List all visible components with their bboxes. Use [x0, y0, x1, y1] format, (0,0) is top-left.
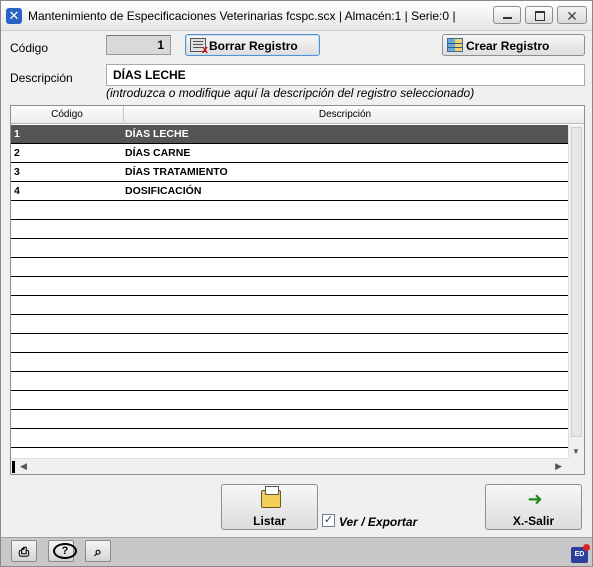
empty-row[interactable] [11, 315, 568, 334]
close-icon: ✕ [566, 8, 578, 24]
table-row[interactable]: 2 DÍAS CARNE [11, 144, 568, 163]
scroll-right-icon[interactable]: ▶ [555, 461, 562, 472]
empty-row[interactable] [11, 201, 568, 220]
help-button[interactable]: ? [48, 540, 77, 562]
ver-exportar-checkbox[interactable]: ✓ [322, 514, 335, 527]
borrar-registro-button[interactable]: Borrar Registro [185, 34, 320, 56]
empty-row[interactable] [11, 353, 568, 372]
empty-row[interactable] [11, 258, 568, 277]
window-title: Mantenimiento de Especificaciones Veteri… [28, 9, 456, 23]
search-icon: ⌕ [94, 544, 102, 559]
cell-codigo: 3 [14, 166, 20, 178]
crear-registro-label: Crear Registro [466, 39, 550, 53]
cell-descripcion: DÍAS CARNE [125, 147, 191, 159]
empty-row[interactable] [11, 277, 568, 296]
scrollbar-corner [568, 458, 584, 474]
empty-row[interactable] [11, 372, 568, 391]
scroll-down-icon[interactable]: ▼ [572, 447, 580, 456]
column-header-codigo[interactable]: Código [11, 109, 123, 120]
table-row[interactable]: 4 DOSIFICACIÓN [11, 182, 568, 201]
printer-icon [261, 486, 281, 508]
descripcion-input[interactable]: DÍAS LECHE [106, 64, 585, 86]
codigo-label: Código [10, 41, 49, 55]
scroll-position-marker [12, 461, 15, 473]
new-record-icon [447, 38, 463, 52]
descripcion-hint: (introduzca o modifique aquí la descripc… [106, 86, 475, 100]
empty-row[interactable] [11, 429, 568, 448]
status-bar: ⎙ ? ⌕ [1, 537, 592, 566]
cell-descripcion: DÍAS TRATAMIENTO [125, 166, 228, 178]
column-header-descripcion[interactable]: Descripción [124, 109, 566, 120]
table-row[interactable]: 3 DÍAS TRATAMIENTO [11, 163, 568, 182]
listar-label: Listar [253, 514, 286, 528]
search-button[interactable]: ⌕ [85, 540, 111, 562]
salir-label: X.-Salir [512, 514, 555, 528]
app-window: ✕ Mantenimiento de Especificaciones Vete… [0, 0, 593, 567]
empty-row[interactable] [11, 410, 568, 429]
empty-row[interactable] [11, 296, 568, 315]
cell-codigo: 1 [14, 128, 20, 140]
title-bar[interactable]: ✕ Mantenimiento de Especificaciones Vete… [1, 1, 592, 31]
borrar-registro-label: Borrar Registro [209, 39, 298, 53]
help-icon: ? [53, 543, 77, 559]
codigo-field: 1 [106, 35, 171, 55]
table-row[interactable]: 1 DÍAS LECHE [11, 125, 568, 144]
scroll-left-icon[interactable]: ◀ [20, 461, 27, 472]
vertical-scrollbar[interactable]: ▼ [568, 125, 584, 458]
grid-rows: 1 DÍAS LECHE 2 DÍAS CARNE 3 DÍAS TRATAMI… [11, 125, 568, 458]
descripcion-label: Descripción [10, 71, 73, 85]
cell-descripcion: DÍAS LECHE [125, 128, 189, 140]
exit-arrow-icon: ➜ [527, 489, 543, 509]
ed-badge: ED [571, 544, 590, 563]
empty-row[interactable] [11, 239, 568, 258]
print-button[interactable]: ⎙ [11, 540, 37, 562]
ver-exportar-label[interactable]: Ver / Exportar [339, 515, 417, 529]
empty-row[interactable] [11, 448, 568, 458]
scrollbar-thumb[interactable] [571, 127, 582, 437]
grid-header: Código Descripción [11, 106, 584, 124]
salir-button[interactable]: ➜ X.-Salir [485, 484, 582, 530]
close-button[interactable]: ✕ [557, 6, 587, 24]
crear-registro-button[interactable]: Crear Registro [442, 34, 585, 56]
empty-row[interactable] [11, 334, 568, 353]
cell-descripcion: DOSIFICACIÓN [125, 185, 202, 197]
cell-codigo: 2 [14, 147, 20, 159]
empty-row[interactable] [11, 220, 568, 239]
delete-record-icon [190, 38, 208, 56]
printer-icon: ⎙ [18, 544, 30, 559]
x-app-icon[interactable]: ✕ [6, 8, 22, 24]
maximize-button[interactable] [525, 6, 553, 24]
minimize-button[interactable] [493, 6, 521, 24]
listar-button[interactable]: Listar [221, 484, 318, 530]
empty-row[interactable] [11, 391, 568, 410]
horizontal-scrollbar[interactable]: ◀ ▶ [11, 458, 568, 474]
records-grid: Código Descripción 1 DÍAS LECHE 2 DÍAS C… [10, 105, 585, 475]
cell-codigo: 4 [14, 185, 20, 197]
